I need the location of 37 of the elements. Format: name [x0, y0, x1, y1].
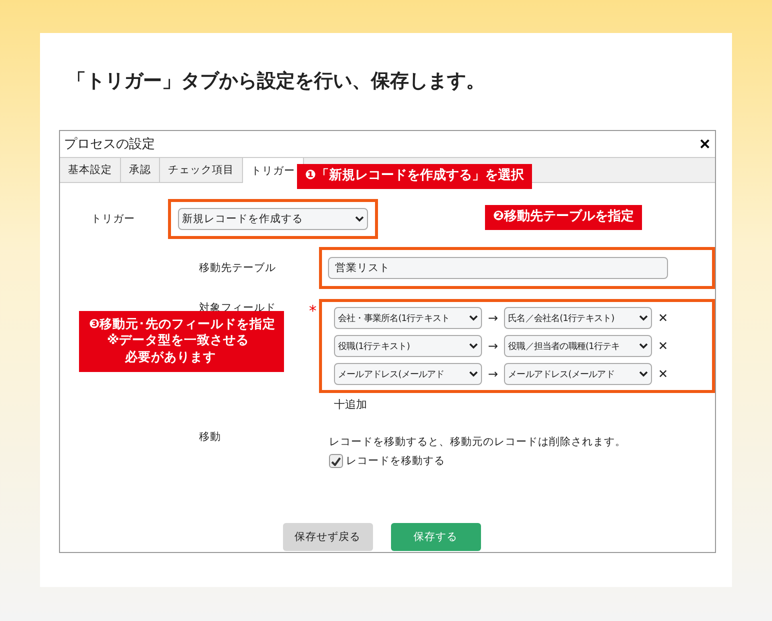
dropdown[interactable]: 役職(1行テキスト): [334, 335, 482, 357]
dropdown[interactable]: 役職／担当者の職種(1行テキ: [504, 335, 652, 357]
heading: 「トリガー」タブから設定を行い、保存します。: [66, 69, 486, 94]
dropdown[interactable]: 氏名／会社名(1行テキスト): [504, 307, 652, 329]
checkbox-icon[interactable]: [329, 454, 343, 468]
chevron-down-icon: [639, 315, 648, 321]
arrow-text: →: [488, 367, 498, 381]
dialog-title: プロセスの設定: [64, 136, 155, 153]
arrow-text: →: [488, 339, 498, 353]
callout: ❶「新規レコードを作成する」を選択: [297, 164, 532, 189]
chevron-down-icon: [469, 315, 478, 321]
chevron-down-icon: [355, 216, 364, 222]
arrow-text: →: [488, 311, 498, 325]
checkbox[interactable]: レコードを移動する: [329, 454, 715, 468]
close-button[interactable]: ✕: [699, 136, 711, 152]
callout: ❷移動先テーブルを指定: [485, 205, 642, 230]
chevron-down-icon: [469, 343, 478, 349]
dropdown[interactable]: 会社・事業所名(1行テキスト: [334, 307, 482, 329]
chevron-down-icon: [469, 371, 478, 377]
input-field[interactable]: 営業リスト: [328, 257, 668, 279]
remove-button[interactable]: ✕: [658, 367, 668, 381]
dropdown[interactable]: メールアドレス(メールアド: [334, 363, 482, 385]
cancel-button[interactable]: 保存せず戻る: [282, 523, 372, 551]
chevron-down-icon: [639, 343, 648, 349]
tab[interactable]: トリガー: [243, 158, 304, 183]
field-label: 移動: [199, 430, 221, 444]
dropdown[interactable]: 新規レコードを作成する: [178, 208, 368, 230]
add-link[interactable]: 十追加: [334, 397, 367, 412]
dropdown[interactable]: メールアドレス(メールアド: [504, 363, 652, 385]
chevron-down-icon: [639, 371, 648, 377]
remove-button[interactable]: ✕: [658, 311, 668, 325]
field-label: トリガー: [91, 212, 136, 226]
remove-button[interactable]: ✕: [658, 339, 668, 353]
callout: ❸移動元･先のフィールドを指定 ※データ型を一致させる 必要があります: [79, 311, 284, 372]
field-label: 移動先テーブル: [199, 261, 276, 275]
required-mark: *: [309, 302, 316, 320]
note-text: レコードを移動すると、移動元のレコードは削除されます。: [329, 436, 626, 448]
